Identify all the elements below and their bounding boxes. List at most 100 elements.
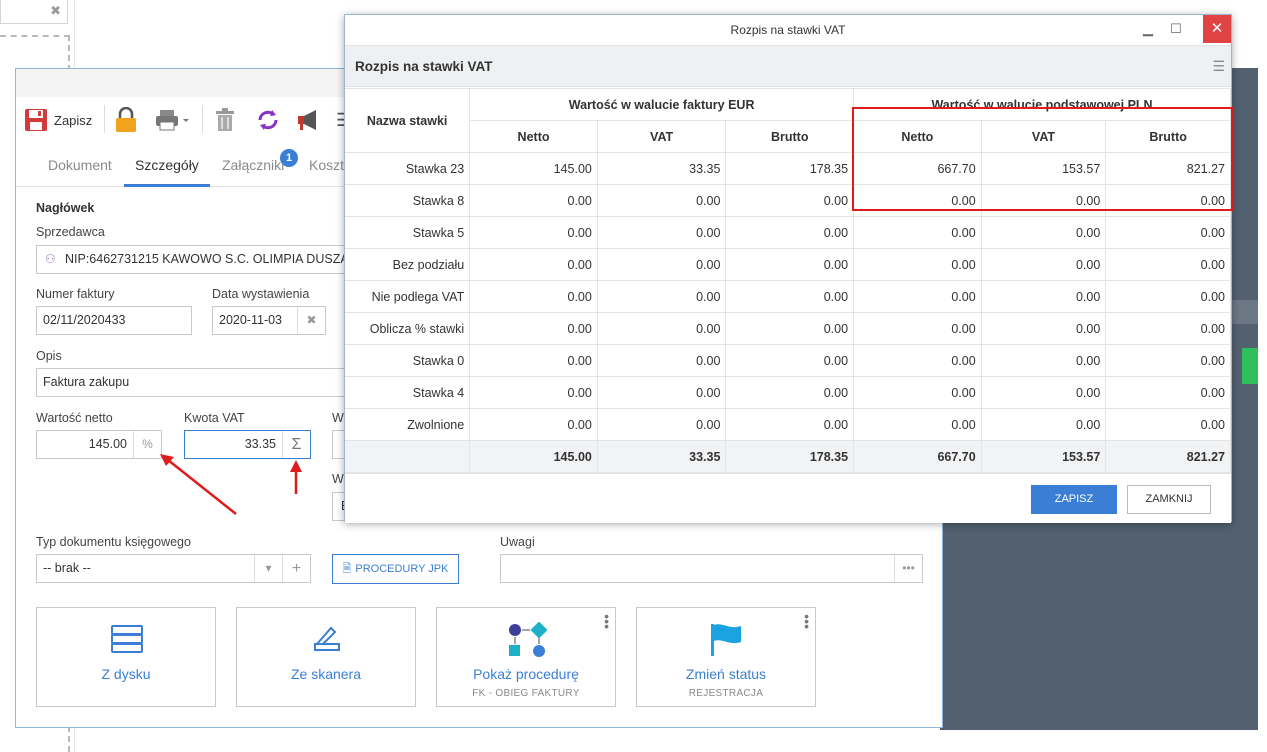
vat-breakdown-dialog: Rozpis na stawki VAT ▁ ☐ ✕ Rozpis na sta… [344, 14, 1232, 523]
cell-value[interactable]: 33.35 [596, 152, 727, 185]
change-status-card[interactable]: • • • Zmień status REJESTRACJA [636, 607, 816, 707]
save-dialog-button[interactable]: ZAPISZ [1031, 485, 1117, 514]
cell-value[interactable]: 0.00 [469, 184, 598, 217]
more-vertical-icon[interactable]: • • • [804, 609, 809, 633]
close-dialog-button[interactable]: ZAMKNIJ [1127, 485, 1211, 514]
percent-icon[interactable]: % [133, 431, 161, 458]
cell-value[interactable]: 0.00 [980, 376, 1107, 409]
issue-date-field[interactable]: 2020-11-03 ✖ [212, 306, 326, 335]
tab-dokument[interactable]: Dokument [48, 157, 112, 173]
cell-value[interactable]: 0.00 [725, 344, 855, 377]
net-value-field[interactable]: 145.00 % [36, 430, 162, 459]
toolbar-separator [202, 105, 203, 133]
cell-value[interactable]: 0.00 [596, 216, 727, 249]
ellipsis-icon[interactable]: ••• [894, 555, 922, 582]
cell-value[interactable]: 0.00 [596, 312, 727, 345]
cell-value[interactable]: 0.00 [725, 408, 855, 441]
cell-value[interactable]: 178.35 [725, 152, 855, 185]
plus-icon[interactable]: + [282, 555, 310, 582]
cell-value[interactable]: 0.00 [980, 408, 1107, 441]
tab-szczegoly[interactable]: Szczegóły [135, 157, 199, 173]
print-button[interactable] [154, 107, 190, 133]
lock-button[interactable] [114, 107, 138, 133]
save-label: Zapisz [54, 112, 93, 128]
notes-field[interactable]: ••• [500, 554, 923, 583]
minimize-button[interactable]: ▁ [1135, 15, 1161, 43]
cell-value[interactable]: 0.00 [853, 248, 982, 281]
from-scanner-title: Ze skanera [290, 666, 362, 682]
cell-value[interactable]: 0.00 [1105, 280, 1231, 313]
cell-value[interactable]: 0.00 [596, 184, 727, 217]
cell-value[interactable]: 0.00 [980, 216, 1107, 249]
cell-value[interactable]: 0.00 [725, 216, 855, 249]
cell-value[interactable]: 0.00 [469, 216, 598, 249]
cell-value[interactable]: 0.00 [980, 312, 1107, 345]
cell-value[interactable]: 0.00 [980, 280, 1107, 313]
cell-value[interactable]: 0.00 [725, 184, 855, 217]
tab-zalaczniki[interactable]: Załączniki [222, 157, 284, 173]
invoice-number-field[interactable]: 02/11/2020433 [36, 306, 192, 335]
total-value: 178.35 [725, 440, 855, 473]
cell-value[interactable]: 145.00 [469, 152, 598, 185]
close-window-button[interactable]: ✕ [1203, 15, 1231, 43]
cell-value[interactable]: 0.00 [1105, 216, 1231, 249]
more-vertical-icon[interactable]: • • • [604, 609, 609, 633]
cell-value[interactable]: 0.00 [469, 280, 598, 313]
maximize-button[interactable]: ☐ [1163, 15, 1189, 43]
cell-value[interactable]: 0.00 [725, 376, 855, 409]
rate-name: Stawka 0 [345, 344, 471, 377]
col-header-brutto-eur: Brutto [725, 120, 855, 153]
printer-icon [156, 110, 189, 131]
cell-value[interactable]: 0.00 [469, 344, 598, 377]
cell-value[interactable]: 0.00 [1105, 344, 1231, 377]
cell-value[interactable]: 0.00 [725, 248, 855, 281]
cell-value[interactable]: 0.00 [596, 248, 727, 281]
cell-value[interactable]: 0.00 [596, 344, 727, 377]
cell-value[interactable]: 0.00 [853, 344, 982, 377]
cell-value[interactable]: 0.00 [469, 376, 598, 409]
announce-button[interactable] [296, 107, 322, 133]
seller-field[interactable]: ⚇ NIP:6462731215 KAWOWO S.C. OLIMPIA DUS… [36, 245, 346, 274]
cell-value[interactable]: 0.00 [853, 408, 982, 441]
cell-value[interactable]: 0.00 [725, 312, 855, 345]
cell-value[interactable]: 0.00 [980, 248, 1107, 281]
menu-icon[interactable]: ☰ [1212, 58, 1225, 75]
cell-value[interactable]: 0.00 [469, 408, 598, 441]
sigma-icon[interactable]: Σ [282, 431, 310, 458]
clear-date-icon[interactable]: ✖ [297, 307, 325, 334]
show-procedure-subtitle: FK - OBIEG FAKTURY [472, 688, 580, 699]
cell-value[interactable]: 0.00 [596, 280, 727, 313]
delete-button[interactable] [214, 107, 236, 133]
cell-value[interactable]: 0.00 [596, 376, 727, 409]
cell-value[interactable]: 0.00 [596, 408, 727, 441]
cell-value[interactable]: 0.00 [853, 216, 982, 249]
dialog-title: Rozpis na stawki VAT [345, 15, 1231, 45]
cell-value[interactable]: 0.00 [853, 280, 982, 313]
cell-value[interactable]: 0.00 [853, 312, 982, 345]
cell-value[interactable]: 0.00 [469, 248, 598, 281]
cell-value[interactable]: 0.00 [1105, 408, 1231, 441]
cell-value[interactable]: 0.00 [853, 376, 982, 409]
description-field[interactable]: Faktura zakupu [36, 368, 346, 397]
cell-value[interactable]: 0.00 [469, 312, 598, 345]
background-strip [1230, 300, 1258, 324]
from-disk-card[interactable]: Z dysku [36, 607, 216, 707]
cell-value[interactable]: 0.00 [1105, 248, 1231, 281]
cell-value[interactable]: 0.00 [1105, 312, 1231, 345]
doc-type-select[interactable]: -- brak -- ▾ + [36, 554, 311, 583]
table-row: Stawka 5 0.00 0.00 0.00 0.00 0.00 0.00 [345, 216, 1231, 249]
vat-amount-field[interactable]: 33.35 Σ [184, 430, 311, 459]
description-label: Opis [36, 349, 62, 363]
total-value: 821.27 [1105, 440, 1231, 473]
chevron-down-icon[interactable]: ▾ [254, 555, 282, 582]
cell-value[interactable]: 0.00 [1105, 376, 1231, 409]
refresh-button[interactable] [256, 107, 280, 133]
cell-value[interactable]: 0.00 [725, 280, 855, 313]
from-scanner-card[interactable]: Ze skanera [236, 607, 416, 707]
show-procedure-card[interactable]: • • • Pokaż procedurę FK - OBIEG FAKTURY [436, 607, 616, 707]
jpk-procedures-button[interactable]: 🗎 PROCEDURY JPK [332, 554, 459, 584]
cell-value[interactable]: 0.00 [980, 344, 1107, 377]
tab-koszt[interactable]: Koszt [309, 157, 344, 173]
save-button[interactable]: Zapisz [24, 107, 92, 133]
net-value: 145.00 [88, 437, 127, 451]
